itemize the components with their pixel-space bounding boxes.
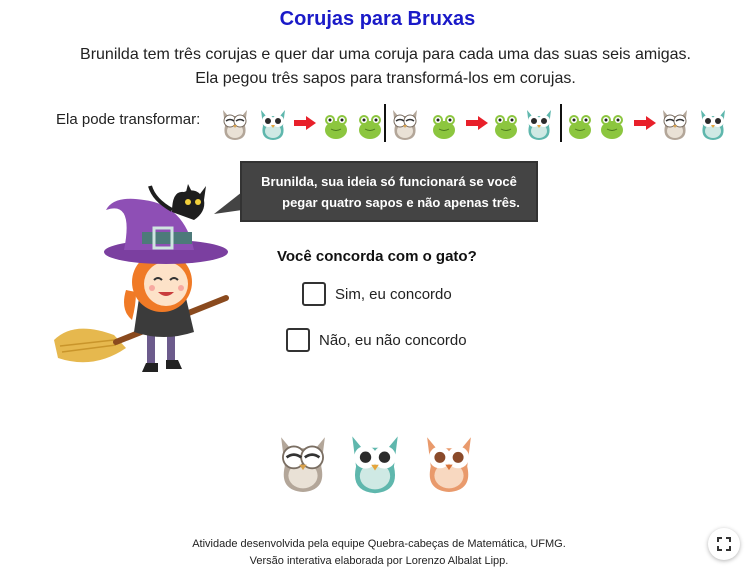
owl-teal-icon — [352, 436, 398, 494]
sequence-separator — [384, 104, 386, 142]
transform-sequence — [216, 104, 736, 142]
owl-gray-icon — [281, 437, 325, 492]
agree-checkbox[interactable] — [302, 282, 326, 306]
owl-collection — [272, 425, 482, 501]
owl-orange-icon — [427, 437, 471, 492]
witch-on-broom-illustration — [54, 184, 229, 372]
speech-bubble: Brunilda, sua ideia só funcionará se voc… — [240, 161, 538, 222]
intro-line-2: Ela pegou três sapos para transformá-los… — [195, 70, 576, 87]
red-arrow-icon — [466, 116, 488, 130]
fullscreen-icon — [717, 537, 731, 551]
sequence-separator — [560, 104, 562, 142]
owl-teal-icon — [527, 110, 551, 140]
disagree-label[interactable]: Não, eu não concordo — [319, 332, 467, 349]
frog-icon — [495, 115, 517, 139]
speech-bubble-line-1: Brunilda, sua ideia só funcionará se voc… — [261, 174, 517, 189]
page-title: Corujas para Bruxas — [279, 8, 476, 30]
option-disagree[interactable]: Não, eu não concordo — [286, 328, 467, 352]
owl-teal-icon — [261, 110, 285, 140]
frog-icon — [569, 115, 591, 139]
red-arrow-icon — [634, 116, 656, 130]
option-agree[interactable]: Sim, eu concordo — [302, 282, 452, 306]
intro-line-1: Brunilda tem três corujas e quer dar uma… — [80, 46, 691, 63]
frog-icon — [325, 115, 347, 139]
owl-gray-icon — [393, 110, 417, 140]
red-arrow-icon — [294, 116, 316, 130]
fullscreen-button[interactable] — [708, 528, 740, 560]
transform-label: Ela pode transformar: — [56, 111, 201, 128]
speech-bubble-line-2: pegar quatro sapos e não apenas três. — [282, 195, 520, 210]
frog-icon — [601, 115, 623, 139]
credits-line-2: Versão interativa elaborada por Lorenzo … — [249, 555, 509, 567]
credits-line-1: Atividade desenvolvida pela equipe Quebr… — [192, 538, 566, 550]
disagree-checkbox[interactable] — [286, 328, 310, 352]
owl-gray-icon — [663, 110, 687, 140]
owl-gray-icon — [223, 110, 247, 140]
agree-label[interactable]: Sim, eu concordo — [335, 286, 452, 303]
quiz-question: Você concorda com o gato? — [277, 248, 477, 265]
owl-teal-icon — [701, 110, 725, 140]
frog-icon — [359, 115, 381, 139]
frog-icon — [433, 115, 455, 139]
credits: Atividade desenvolvida pela equipe Quebr… — [0, 536, 755, 570]
